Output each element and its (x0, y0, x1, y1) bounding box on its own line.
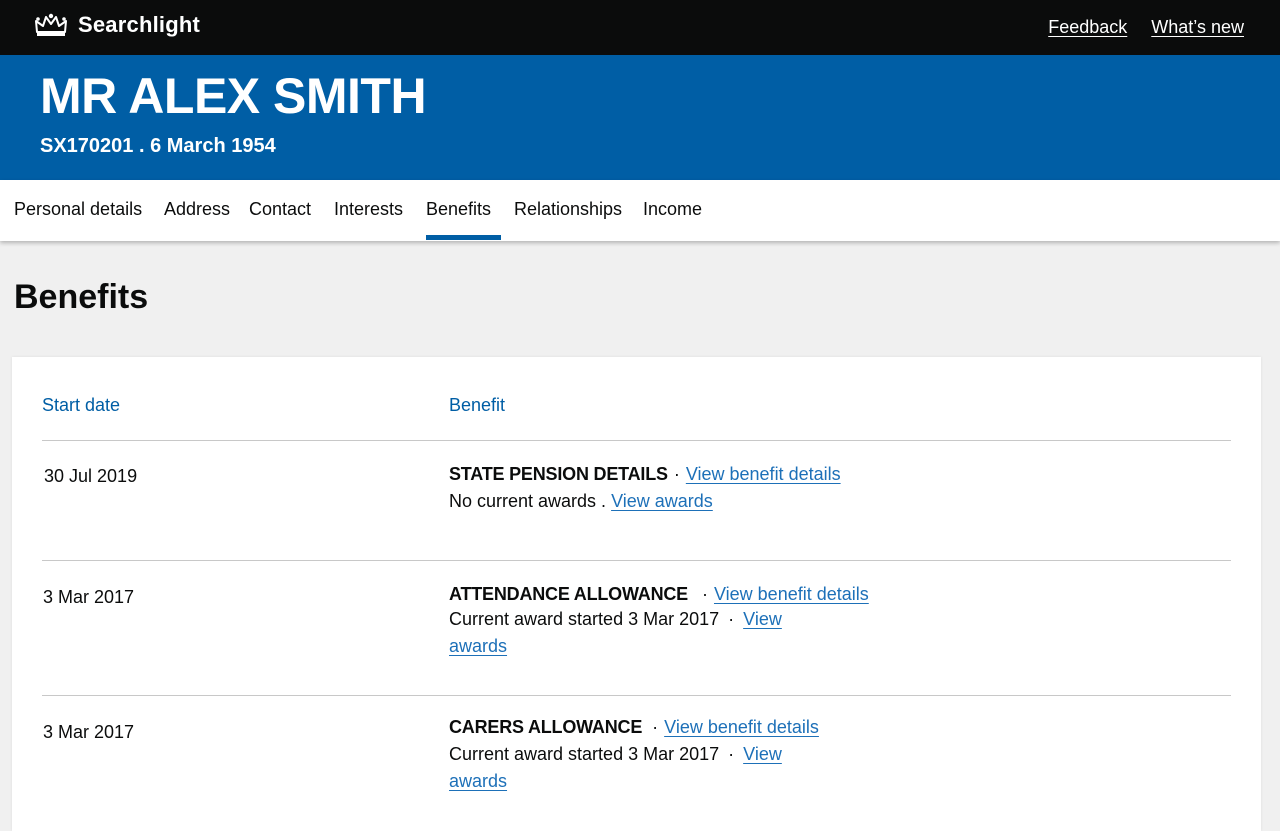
benefit-status-line-continued: awards (449, 771, 507, 792)
separator: · (728, 744, 735, 764)
row-start-date: 3 Mar 2017 (43, 587, 135, 607)
active-tab-indicator (426, 235, 501, 240)
view-awards-link[interactable]: View (743, 744, 782, 764)
column-header-start-date[interactable]: Start date (42, 395, 120, 416)
brand[interactable]: Searchlight (34, 12, 200, 38)
tab-benefits[interactable]: Benefits (426, 199, 491, 220)
section-nav: Personal details Address Contact Interes… (0, 180, 1280, 241)
benefit-name: CARERS ALLOWANCE (449, 717, 643, 737)
crown-icon (35, 13, 67, 36)
view-benefit-details-link[interactable]: View benefit details (664, 717, 819, 737)
view-awards-link-continued[interactable]: awards (449, 636, 507, 656)
separator: · (673, 464, 680, 484)
benefit-status-line: No current awards . View awards (449, 491, 713, 512)
person-identifier: SX170201 . 6 March 1954 (40, 135, 276, 157)
top-bar: Searchlight Feedback What’s new (0, 0, 1280, 55)
table-divider (42, 560, 1231, 561)
tab-interests[interactable]: Interests (334, 199, 403, 220)
column-header-benefit[interactable]: Benefit (449, 395, 505, 416)
tab-contact[interactable]: Contact (249, 199, 311, 220)
tab-personal-details[interactable]: Personal details (14, 199, 142, 220)
person-banner: MR ALEX SMITH SX170201 . 6 March 1954 (0, 55, 1280, 180)
separator: · (728, 609, 735, 629)
benefit-title-line: ATTENDANCE ALLOWANCE · View benefit detail… (449, 584, 869, 605)
award-status: Current award started 3 Mar 2017 (449, 744, 720, 764)
view-awards-link[interactable]: View awards (611, 491, 713, 511)
row-start-date: 30 Jul 2019 (44, 466, 138, 486)
view-benefit-details-link[interactable]: View benefit details (714, 584, 869, 604)
tab-income[interactable]: Income (643, 199, 702, 220)
table-divider (42, 695, 1231, 696)
separator: · (652, 717, 659, 737)
benefit-name: STATE PENSION DETAILS (449, 464, 668, 484)
tab-address[interactable]: Address (164, 199, 230, 220)
benefit-name: ATTENDANCE ALLOWANCE (449, 584, 688, 604)
row-start-date: 3 Mar 2017 (43, 722, 135, 742)
benefit-title-line: STATE PENSION DETAILS · View benefit detai… (449, 464, 841, 485)
award-status: Current award started 3 Mar 2017 (449, 609, 720, 629)
award-status: No current awards . (449, 491, 607, 511)
whats-new-link[interactable]: What’s new (1151, 17, 1244, 38)
brand-name: Searchlight (78, 12, 201, 37)
benefit-title-line: CARERS ALLOWANCE · View benefit details (449, 717, 819, 738)
page-title: Benefits (14, 278, 149, 316)
view-awards-link-continued[interactable]: awards (449, 771, 507, 791)
benefit-status-line: Current award started 3 Mar 2017 · View (449, 744, 782, 765)
table-divider (42, 440, 1231, 441)
tab-relationships[interactable]: Relationships (514, 199, 622, 220)
view-benefit-details-link[interactable]: View benefit details (686, 464, 841, 484)
view-awards-link[interactable]: View (743, 609, 782, 629)
benefit-status-line: Current award started 3 Mar 2017 · View (449, 609, 782, 630)
feedback-link[interactable]: Feedback (1048, 17, 1127, 38)
separator: · (701, 584, 708, 604)
benefit-status-line-continued: awards (449, 636, 507, 657)
person-name: MR ALEX SMITH (40, 68, 427, 124)
